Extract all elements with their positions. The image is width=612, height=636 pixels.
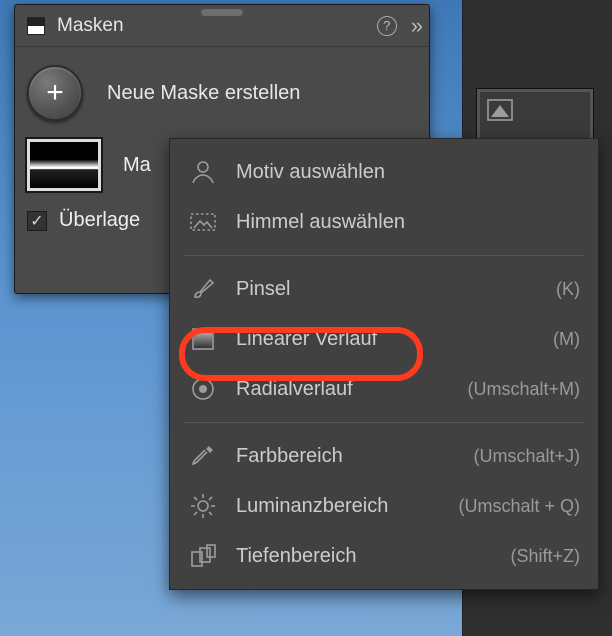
radial-icon	[188, 374, 218, 404]
overlay-label: Überlage	[59, 209, 140, 232]
brush-icon	[188, 274, 218, 304]
eyedrop-icon	[188, 441, 218, 471]
depth-icon	[188, 541, 218, 571]
menu-item-label: Farbbereich	[236, 445, 455, 468]
create-mask-label: Neue Maske erstellen	[107, 82, 300, 105]
add-mask-button[interactable]: +	[27, 65, 83, 121]
menu-item-shortcut: (Shift+Z)	[510, 546, 580, 567]
menu-item-shortcut: (Umschalt+M)	[467, 379, 580, 400]
menu-item-select-sky[interactable]: Himmel auswählen	[170, 197, 598, 247]
menu-item-label: Linearer Verlauf	[236, 328, 535, 351]
mask-header-thumb	[27, 17, 45, 35]
menu-item-depth-range[interactable]: Tiefenbereich (Shift+Z)	[170, 531, 598, 581]
menu-item-label: Luminanzbereich	[236, 495, 440, 518]
menu-item-label: Motiv auswählen	[236, 161, 562, 184]
menu-item-select-subject[interactable]: Motiv auswählen	[170, 147, 598, 197]
menu-item-shortcut: (Umschalt+J)	[473, 446, 580, 467]
menu-item-brush[interactable]: Pinsel (K)	[170, 264, 598, 314]
create-mask-row[interactable]: + Neue Maske erstellen	[15, 47, 429, 139]
menu-item-luminance-range[interactable]: Luminanzbereich (Umschalt + Q)	[170, 481, 598, 531]
help-icon[interactable]: ?	[377, 16, 397, 36]
gradient-icon	[188, 324, 218, 354]
menu-item-label: Radialverlauf	[236, 378, 449, 401]
menu-item-label: Tiefenbereich	[236, 545, 492, 568]
masks-panel-header: Masken ? »	[15, 5, 429, 47]
menu-item-radial-gradient[interactable]: Radialverlauf (Umschalt+M)	[170, 364, 598, 414]
menu-item-shortcut: (M)	[553, 329, 580, 350]
menu-item-shortcut: (Umschalt + Q)	[458, 496, 580, 517]
menu-separator	[184, 255, 584, 256]
luminance-icon	[188, 491, 218, 521]
collapse-chevrons-icon[interactable]: »	[411, 13, 417, 39]
sky-icon	[188, 207, 218, 237]
mask-item-label: Ma	[123, 154, 151, 177]
menu-item-color-range[interactable]: Farbbereich (Umschalt+J)	[170, 431, 598, 481]
mask-thumbnail[interactable]	[27, 139, 101, 191]
navigator-mark-icon	[487, 99, 513, 121]
mask-type-menu: Motiv auswählen Himmel auswählen Pinsel …	[169, 138, 599, 590]
menu-item-label: Pinsel	[236, 278, 538, 301]
menu-item-linear-gradient[interactable]: Linearer Verlauf (M)	[170, 314, 598, 364]
overlay-checkbox[interactable]: ✓	[27, 211, 47, 231]
masks-panel-title: Masken	[57, 15, 124, 37]
menu-item-shortcut: (K)	[556, 279, 580, 300]
menu-separator	[184, 422, 584, 423]
person-icon	[188, 157, 218, 187]
menu-item-label: Himmel auswählen	[236, 211, 562, 234]
